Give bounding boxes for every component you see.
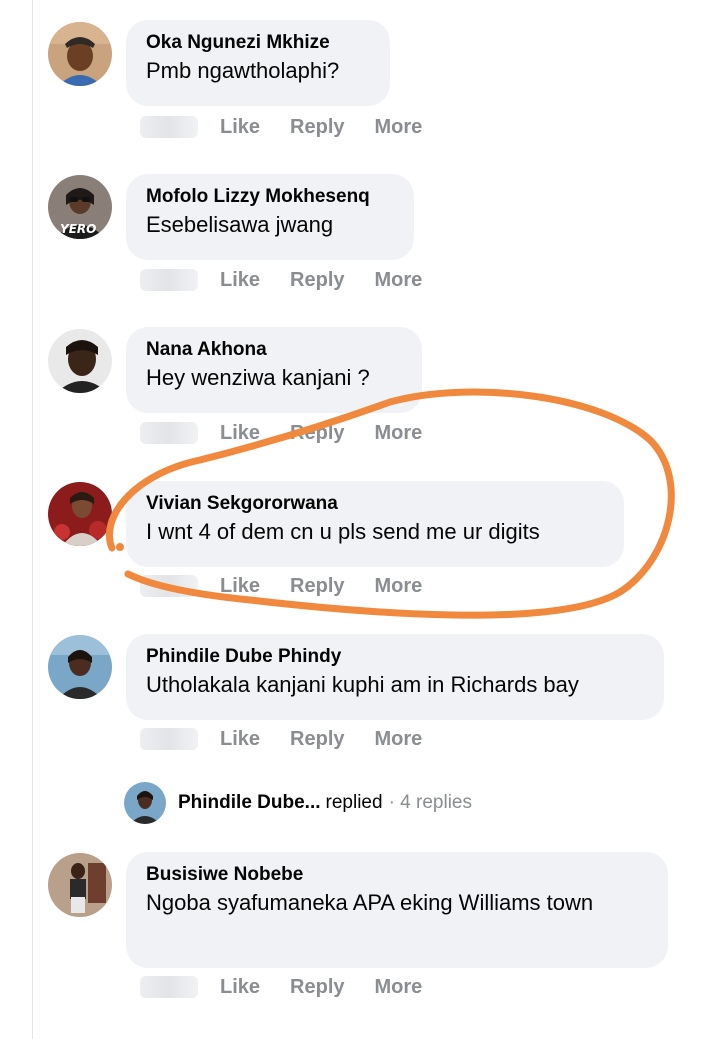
timestamp-blurred: [140, 575, 198, 597]
comment-author[interactable]: Nana Akhona: [146, 337, 402, 363]
like-button[interactable]: Like: [220, 728, 260, 751]
comment-text: Ngoba syafumaneka APA eking Williams tow…: [146, 890, 594, 915]
reply-count[interactable]: · 4 replies: [389, 792, 472, 814]
comment-text: Utholakala kanjani kuphi am in Richards …: [146, 672, 579, 697]
comment-text: Hey wenziwa kanjani ?: [146, 365, 370, 390]
timestamp-blurred: [140, 422, 198, 444]
comment-bubble: Oka Ngunezi Mkhize Pmb ngawtholaphi?: [126, 20, 390, 106]
timestamp-blurred: [140, 116, 198, 138]
comment-actions: Like Reply More: [140, 418, 452, 448]
avatar[interactable]: YERO: [48, 175, 112, 239]
comment-bubble: Nana Akhona Hey wenziwa kanjani ?: [126, 327, 422, 413]
timestamp-blurred: [140, 269, 198, 291]
more-button[interactable]: More: [375, 976, 423, 999]
reply-button[interactable]: Reply: [290, 976, 344, 999]
more-button[interactable]: More: [375, 575, 423, 598]
replies-summary-link[interactable]: Phindile Dube... replied · 4 replies: [124, 781, 472, 825]
reply-verb: replied: [325, 792, 383, 813]
comment-bubble: Vivian Sekgororwana I wnt 4 of dem cn u …: [126, 481, 624, 567]
comment-actions: Like Reply More: [140, 972, 452, 1002]
avatar[interactable]: [48, 853, 112, 917]
thread-left-rule: [32, 0, 33, 1039]
comment-actions: Like Reply More: [140, 571, 452, 601]
more-button[interactable]: More: [375, 269, 423, 292]
more-button[interactable]: More: [375, 422, 423, 445]
reply-button[interactable]: Reply: [290, 728, 344, 751]
reply-button[interactable]: Reply: [290, 575, 344, 598]
avatar[interactable]: [48, 22, 112, 86]
comment-bubble: Phindile Dube Phindy Utholakala kanjani …: [126, 634, 664, 720]
like-button[interactable]: Like: [220, 422, 260, 445]
reply-button[interactable]: Reply: [290, 269, 344, 292]
comment-author[interactable]: Phindile Dube Phindy: [146, 644, 644, 670]
comment-author[interactable]: Mofolo Lizzy Mokhesenq: [146, 184, 394, 210]
avatar: [124, 782, 166, 824]
comment-author[interactable]: Busisiwe Nobebe: [146, 862, 648, 888]
comment-text: I wnt 4 of dem cn u pls send me ur digit…: [146, 519, 540, 544]
comment-actions: Like Reply More: [140, 265, 452, 295]
comment-author[interactable]: Vivian Sekgororwana: [146, 491, 604, 517]
timestamp-blurred: [140, 976, 198, 998]
comment-actions: Like Reply More: [140, 112, 452, 142]
comment-text: Pmb ngawtholaphi?: [146, 58, 340, 83]
like-button[interactable]: Like: [220, 116, 260, 139]
comment-bubble: Busisiwe Nobebe Ngoba syafumaneka APA ek…: [126, 852, 668, 968]
like-button[interactable]: Like: [220, 269, 260, 292]
reply-button[interactable]: Reply: [290, 422, 344, 445]
timestamp-blurred: [140, 728, 198, 750]
reply-button[interactable]: Reply: [290, 116, 344, 139]
more-button[interactable]: More: [375, 728, 423, 751]
like-button[interactable]: Like: [220, 976, 260, 999]
comment-text: Esebelisawa jwang: [146, 212, 334, 237]
avatar[interactable]: [48, 482, 112, 546]
reply-author[interactable]: Phindile Dube...: [178, 792, 321, 814]
comment-actions: Like Reply More: [140, 724, 452, 754]
avatar-shirt-print: YERO: [60, 222, 96, 236]
more-button[interactable]: More: [375, 116, 423, 139]
avatar[interactable]: [48, 635, 112, 699]
comment-author[interactable]: Oka Ngunezi Mkhize: [146, 30, 370, 56]
like-button[interactable]: Like: [220, 575, 260, 598]
comment-bubble: Mofolo Lizzy Mokhesenq Esebelisawa jwang: [126, 174, 414, 260]
avatar[interactable]: [48, 329, 112, 393]
